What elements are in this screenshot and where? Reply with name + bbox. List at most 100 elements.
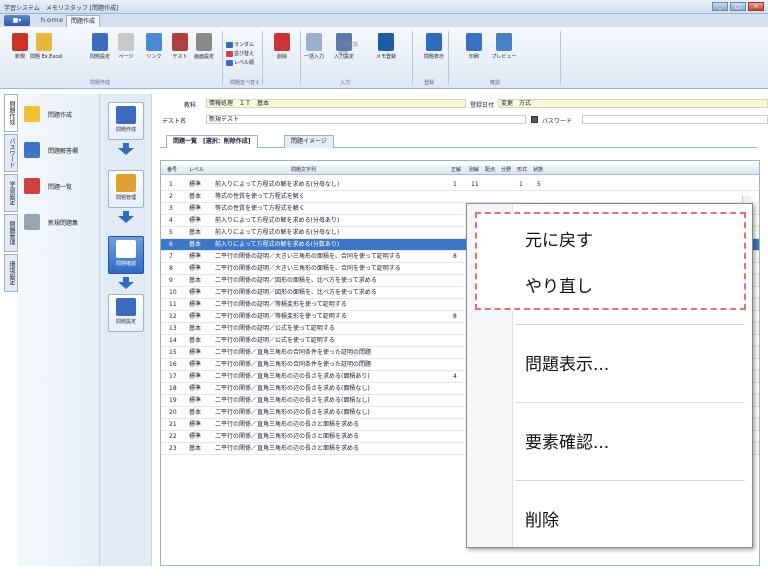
date-field[interactable]: 変更 方式	[498, 99, 768, 108]
row-text: 二平行の関係／直角三角形の辺の長さと面積を求める	[215, 421, 360, 428]
tab-home[interactable]: ｈｏｍｅ	[36, 15, 68, 27]
row-text: 前入りによって方程式の解を求める(分母あり)	[215, 217, 340, 224]
ribbon-button[interactable]: リンク	[140, 33, 168, 77]
table-row[interactable]: 2 基本 等式の性質を使って方程式を解く	[161, 191, 759, 203]
row-number: 16	[169, 361, 177, 368]
ribbon-button[interactable]: 削除	[268, 33, 296, 77]
ribbon-button[interactable]: メモ登録	[372, 33, 400, 77]
app-menu-button[interactable]: ■▾	[4, 15, 30, 26]
vertical-tab[interactable]: 問題管理	[4, 214, 18, 252]
ribbon-small-button[interactable]: 一括置換	[338, 41, 358, 48]
vertical-tab[interactable]: 学習設定	[4, 174, 18, 212]
row-number: 23	[169, 445, 177, 452]
ribbon-button[interactable]: 問題設定	[86, 33, 114, 77]
small-button-label: 一括置換	[338, 42, 359, 48]
password-checkbox[interactable]	[531, 116, 538, 123]
column-header[interactable]: レベル	[189, 166, 204, 173]
row-text: 二平行の関係の証明／大きい三角形の面積を、合同を使って証明する	[215, 265, 401, 272]
ribbon-button[interactable]: 印刷	[460, 33, 488, 77]
subject-field[interactable]: 情報処理 ＩＴ 基本	[206, 99, 466, 108]
flow-step-label: 問題設定	[115, 319, 136, 325]
table-row[interactable]: 1 標準 前入りによって方程式の解を求める(分母なし) 1 11 1 5	[161, 179, 759, 191]
menu-item-delete[interactable]: 削除	[525, 506, 559, 531]
row-number: 15	[169, 349, 177, 356]
column-header[interactable]: 問題文字列	[291, 166, 316, 173]
maximize-button[interactable]: □	[730, 2, 746, 11]
left-panel-item[interactable]: 新規問題集	[24, 212, 98, 232]
left-panel-item[interactable]: 問題解答欄	[24, 140, 98, 160]
ribbon-separator	[412, 31, 413, 85]
row-level: 標準	[189, 349, 202, 356]
left-panel-item[interactable]: 問題作成	[24, 104, 98, 124]
ribbon-button[interactable]: 一括入力	[300, 33, 328, 77]
menu-item-problem-display[interactable]: 問題表示...	[525, 350, 609, 375]
row-value: 1	[519, 181, 523, 188]
ribbon-button[interactable]: 問題表示	[420, 33, 448, 77]
row-value: 4	[453, 373, 457, 380]
menu-item-element-check[interactable]: 要素確認...	[525, 428, 609, 453]
down-arrow-icon	[118, 277, 134, 289]
column-header[interactable]: 番号	[167, 166, 177, 173]
flow-step-icon	[116, 106, 136, 124]
tab-problem-create[interactable]: 問題作成	[66, 15, 101, 27]
down-arrow-icon	[118, 211, 134, 223]
row-text: 二平行の関係の証明／図形の面積を、比べ方を使って求める	[215, 277, 377, 284]
minimize-button[interactable]: _	[712, 2, 728, 11]
flow-step-icon	[116, 298, 136, 316]
ribbon-small-button[interactable]: ランダム	[226, 41, 254, 48]
tab-problem-image[interactable]: 問題イメージ	[284, 135, 334, 148]
flow-step-icon	[116, 174, 136, 192]
column-header[interactable]: 形式	[517, 166, 527, 173]
ribbon-separator	[448, 31, 449, 85]
column-header[interactable]: 別解	[469, 166, 479, 173]
row-value: 8	[453, 313, 457, 320]
vertical-tab[interactable]: パスワード	[4, 134, 18, 172]
row-text: 二平行の関係の証明／等積変形を使って証明する	[215, 313, 347, 320]
row-level: 基本	[189, 337, 202, 344]
left-panel-item[interactable]: 問題一覧	[24, 176, 98, 196]
column-header[interactable]: 配点	[485, 166, 495, 173]
ribbon-small-button[interactable]: レベル順	[226, 59, 254, 66]
small-button-icon	[226, 50, 233, 57]
ribbon-button-label: プレビュー	[491, 54, 517, 60]
column-header[interactable]: 正解	[451, 166, 461, 173]
ribbon-button[interactable]: 問題 Ex.Excel	[30, 33, 63, 77]
left-panel-icon	[24, 178, 40, 194]
row-text: 二平行の関係／直角三角形の辺の長さを求める(面積なし)	[215, 397, 370, 404]
ribbon-button-icon	[118, 33, 134, 51]
ribbon-button-icon	[306, 33, 322, 51]
ribbon-group-label: 入力	[340, 80, 351, 86]
menu-item-undo[interactable]: 元に戻す	[525, 226, 593, 251]
ribbon-button[interactable]: ページ	[112, 33, 140, 77]
menu-separator	[515, 480, 745, 481]
row-text: 二平行の関係／直角三角形の合同条件を使った証明の問題	[215, 361, 372, 368]
ribbon-small-button[interactable]: 並び替え	[226, 50, 254, 57]
ribbon-separator	[262, 31, 263, 85]
password-field[interactable]	[582, 115, 768, 124]
row-number: 2	[169, 193, 173, 200]
flow-step[interactable]: 問題設定	[108, 294, 144, 332]
flow-step[interactable]: 問題確認	[108, 236, 144, 274]
test-name-field[interactable]: 新規テスト	[206, 115, 526, 124]
row-number: 9	[169, 277, 173, 284]
flow-step[interactable]: 問題作成	[108, 102, 144, 140]
ribbon-button[interactable]: 画面設定	[190, 33, 218, 77]
row-number: 7	[169, 253, 173, 260]
close-button[interactable]: ×	[748, 2, 764, 11]
column-header[interactable]: 分野	[501, 166, 511, 173]
row-text: 等式の性質を使って方程式を解く	[215, 205, 305, 212]
vertical-tab[interactable]: 問題作成	[4, 94, 18, 132]
row-text: 二平行の関係／直角三角形の辺の長さを求める(面積なし)	[215, 385, 370, 392]
column-header[interactable]: 状態	[533, 166, 543, 173]
row-text: 二平行の関係の証明／公式を使って証明する	[215, 337, 335, 344]
vertical-tab[interactable]: 環境設定	[4, 254, 18, 292]
row-text: 二平行の関係／直角三角形の辺の長さと面積を求める	[215, 433, 360, 440]
flow-step[interactable]: 問題管理	[108, 170, 144, 208]
row-level: 標準	[189, 181, 202, 188]
row-number: 3	[169, 205, 173, 212]
ribbon-button[interactable]: プレビュー	[490, 33, 518, 77]
tab-problem-list[interactable]: 問題一覧 [選択：削除作成]	[166, 135, 258, 148]
menu-item-redo[interactable]: やり直し	[525, 272, 593, 297]
ribbon-small-button[interactable]: 置換	[338, 50, 348, 57]
row-level: 標準	[189, 205, 202, 212]
